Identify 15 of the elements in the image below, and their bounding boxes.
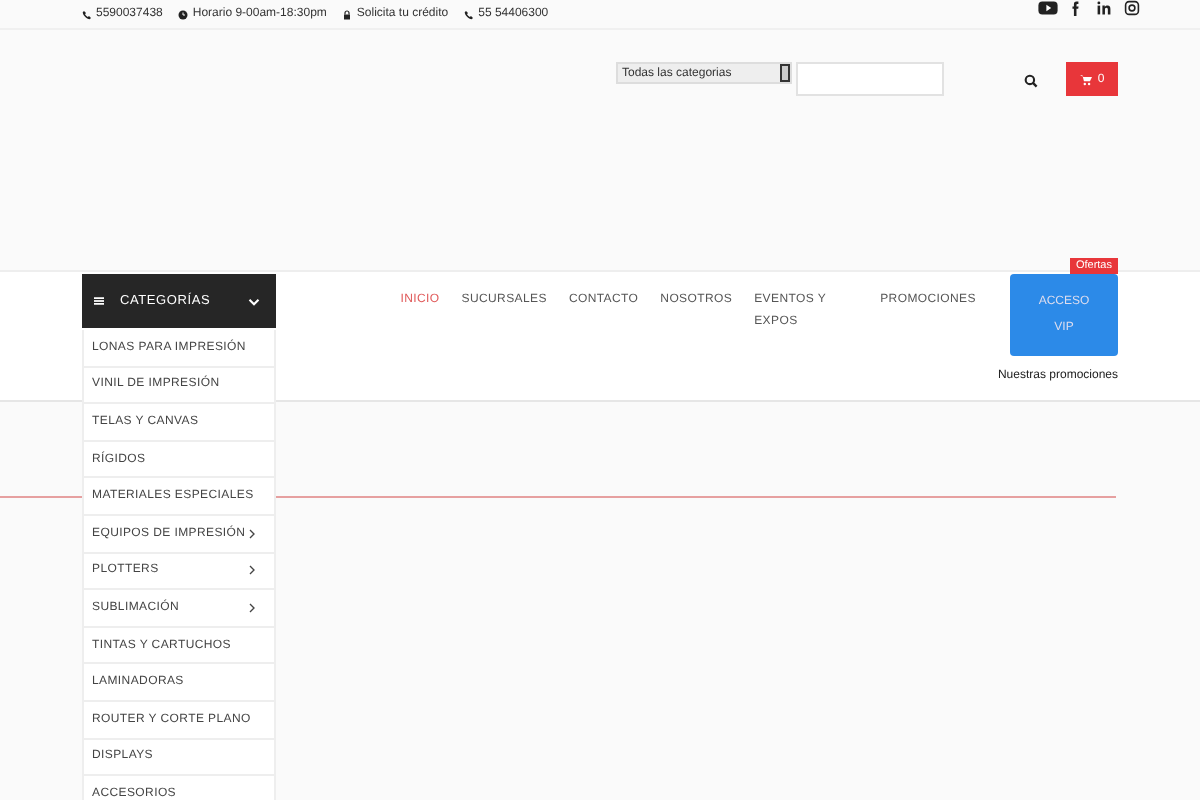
youtube-icon[interactable] — [1038, 0, 1058, 16]
lock-icon — [342, 9, 353, 19]
clock-icon — [178, 9, 189, 19]
chevron-icon — [248, 295, 260, 307]
phone-icon — [82, 9, 92, 19]
chevron-right-icon — [248, 527, 256, 540]
chevron-right-icon — [248, 564, 256, 577]
search-icon[interactable] — [1024, 74, 1038, 88]
cart-icon — [1079, 73, 1092, 85]
phone-icon — [464, 9, 475, 19]
linkedin-icon[interactable] — [1094, 0, 1114, 16]
search-field[interactable] — [796, 62, 944, 96]
instagram-icon[interactable] — [1122, 0, 1142, 16]
chevron-right-icon — [248, 601, 256, 614]
menu-icon — [94, 296, 104, 306]
